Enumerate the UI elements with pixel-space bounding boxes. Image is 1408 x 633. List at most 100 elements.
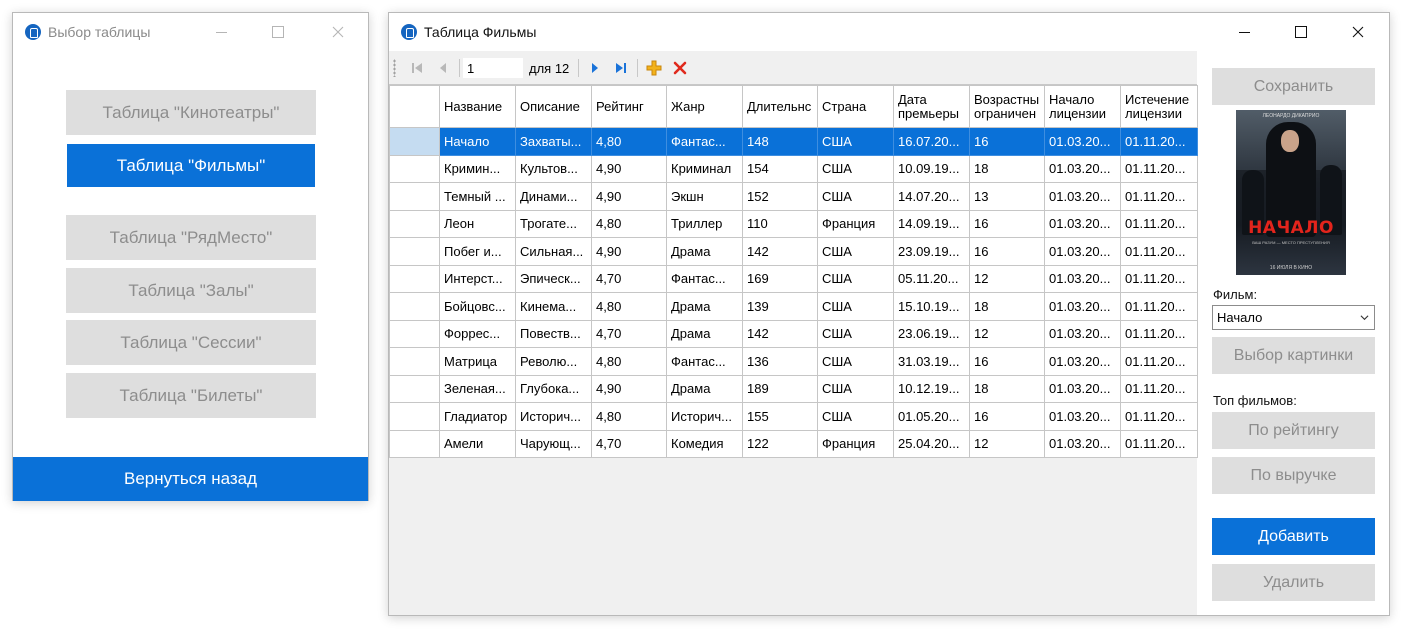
column-header[interactable]: Возрастны ограничен bbox=[969, 85, 1045, 128]
table-cell[interactable]: Историч... bbox=[666, 402, 743, 431]
table-cell[interactable]: 01.03.20... bbox=[1044, 182, 1121, 211]
table-cell[interactable]: Чарующ... bbox=[515, 429, 592, 458]
table-row[interactable]: Матрица Револю... 4,80 Фантас... 136 США 31.03… bbox=[389, 347, 1198, 376]
table-cell[interactable]: 15.10.19... bbox=[893, 292, 970, 321]
table-row[interactable]: Интерст... Эпическ... 4,70 Фантас... 169 США 0… bbox=[389, 264, 1198, 293]
maximize-icon[interactable] bbox=[255, 13, 301, 51]
table-cell[interactable]: 13 bbox=[969, 182, 1045, 211]
table-cell[interactable]: 01.03.20... bbox=[1044, 264, 1121, 293]
table-cell[interactable]: 01.11.20... bbox=[1120, 374, 1198, 403]
table-cell[interactable]: Франция bbox=[817, 429, 894, 458]
table-row[interactable]: Форрес... Повеств... 4,70 Драма 142 США 23.06.… bbox=[389, 319, 1198, 348]
row-header[interactable] bbox=[389, 429, 440, 458]
row-header[interactable] bbox=[389, 154, 440, 183]
table-cell[interactable]: 148 bbox=[742, 127, 818, 156]
table-row[interactable]: Кримин... Культов... 4,90 Криминал 154 США 10.… bbox=[389, 154, 1198, 183]
table-cell[interactable]: 01.11.20... bbox=[1120, 402, 1198, 431]
table-cell[interactable]: Зеленая... bbox=[439, 374, 516, 403]
table-cell[interactable]: США bbox=[817, 402, 894, 431]
row-header[interactable] bbox=[389, 347, 440, 376]
row-header[interactable] bbox=[389, 292, 440, 321]
table-cell[interactable]: 01.11.20... bbox=[1120, 347, 1198, 376]
add-button[interactable]: Добавить bbox=[1212, 518, 1375, 555]
table-cell[interactable]: 01.03.20... bbox=[1044, 347, 1121, 376]
column-header[interactable]: Описание bbox=[515, 85, 592, 128]
back-button[interactable]: Вернуться назад bbox=[13, 457, 368, 501]
table-cell[interactable]: Драма bbox=[666, 374, 743, 403]
table-row[interactable]: Леон Трогате... 4,80 Триллер 110 Франция 14.09… bbox=[389, 209, 1198, 238]
table-cell[interactable]: США bbox=[817, 154, 894, 183]
table-cell[interactable]: 4,70 bbox=[591, 429, 667, 458]
table-row[interactable]: Побег и... Сильная... 4,90 Драма 142 США 23.09… bbox=[389, 237, 1198, 266]
table-cell[interactable]: 4,80 bbox=[591, 292, 667, 321]
table-cell[interactable]: Револю... bbox=[515, 347, 592, 376]
films-table-button[interactable]: Таблица "Фильмы" bbox=[67, 144, 315, 187]
top-by-revenue-button[interactable]: По выручке bbox=[1212, 457, 1375, 494]
table-cell[interactable]: 4,80 bbox=[591, 209, 667, 238]
position-input[interactable] bbox=[463, 58, 523, 78]
rowseat-table-button[interactable]: Таблица "РядМесто" bbox=[66, 215, 316, 260]
row-header[interactable] bbox=[389, 127, 440, 156]
row-header[interactable] bbox=[389, 209, 440, 238]
table-cell[interactable]: США bbox=[817, 319, 894, 348]
table-cell[interactable]: 01.11.20... bbox=[1120, 429, 1198, 458]
table-cell[interactable]: 16 bbox=[969, 127, 1045, 156]
top-by-rating-button[interactable]: По рейтингу bbox=[1212, 412, 1375, 449]
table-cell[interactable]: 4,80 bbox=[591, 402, 667, 431]
table-cell[interactable]: Триллер bbox=[666, 209, 743, 238]
table-cell[interactable]: США bbox=[817, 237, 894, 266]
table-cell[interactable]: 05.11.20... bbox=[893, 264, 970, 293]
table-row[interactable]: Амели Чарующ... 4,70 Комедия 122 Франция 25.04… bbox=[389, 429, 1198, 458]
table-cell[interactable]: Фантас... bbox=[666, 264, 743, 293]
table-cell[interactable]: 23.09.19... bbox=[893, 237, 970, 266]
save-button[interactable]: Сохранить bbox=[1212, 68, 1375, 105]
table-cell[interactable]: 4,90 bbox=[591, 237, 667, 266]
table-cell[interactable]: 01.11.20... bbox=[1120, 237, 1198, 266]
table-cell[interactable]: 01.03.20... bbox=[1044, 237, 1121, 266]
table-cell[interactable]: Комедия bbox=[666, 429, 743, 458]
table-cell[interactable]: 25.04.20... bbox=[893, 429, 970, 458]
table-cell[interactable]: 18 bbox=[969, 374, 1045, 403]
table-cell[interactable]: 01.11.20... bbox=[1120, 292, 1198, 321]
films-data-grid[interactable]: Название Описание Рейтинг Жанр Длительнс Стра… bbox=[389, 84, 1198, 458]
table-cell[interactable]: 01.03.20... bbox=[1044, 429, 1121, 458]
table-cell[interactable]: Драма bbox=[666, 237, 743, 266]
maximize-icon[interactable] bbox=[1278, 13, 1324, 51]
table-cell[interactable]: Амели bbox=[439, 429, 516, 458]
table-cell[interactable]: Трогате... bbox=[515, 209, 592, 238]
column-header[interactable]: Рейтинг bbox=[591, 85, 667, 128]
table-cell[interactable]: 4,90 bbox=[591, 374, 667, 403]
table-cell[interactable]: США bbox=[817, 127, 894, 156]
table-cell[interactable]: 10.12.19... bbox=[893, 374, 970, 403]
table-cell[interactable]: США bbox=[817, 347, 894, 376]
column-header[interactable]: Название bbox=[439, 85, 516, 128]
table-cell[interactable]: 189 bbox=[742, 374, 818, 403]
table-cell[interactable]: 01.11.20... bbox=[1120, 209, 1198, 238]
table-cell[interactable]: 14.09.19... bbox=[893, 209, 970, 238]
table-cell[interactable]: Форрес... bbox=[439, 319, 516, 348]
add-new-icon[interactable] bbox=[643, 57, 665, 79]
table-cell[interactable]: Драма bbox=[666, 292, 743, 321]
halls-table-button[interactable]: Таблица "Залы" bbox=[66, 268, 316, 313]
table-cell[interactable]: 110 bbox=[742, 209, 818, 238]
table-cell[interactable]: 01.11.20... bbox=[1120, 154, 1198, 183]
row-header[interactable] bbox=[389, 374, 440, 403]
table-cell[interactable]: Фантас... bbox=[666, 347, 743, 376]
table-cell[interactable]: Темный ... bbox=[439, 182, 516, 211]
table-cell[interactable]: Побег и... bbox=[439, 237, 516, 266]
film-select[interactable]: Начало bbox=[1212, 305, 1375, 330]
table-cell[interactable]: 01.03.20... bbox=[1044, 292, 1121, 321]
table-cell[interactable]: Франция bbox=[817, 209, 894, 238]
row-header[interactable] bbox=[389, 402, 440, 431]
table-cell[interactable]: 12 bbox=[969, 264, 1045, 293]
table-cell[interactable]: Эпическ... bbox=[515, 264, 592, 293]
choose-picture-button[interactable]: Выбор картинки bbox=[1212, 337, 1375, 374]
table-cell[interactable]: Начало bbox=[439, 127, 516, 156]
table-cell[interactable]: США bbox=[817, 264, 894, 293]
table-cell[interactable]: Драма bbox=[666, 319, 743, 348]
tickets-table-button[interactable]: Таблица "Билеты" bbox=[66, 373, 316, 418]
table-cell[interactable]: США bbox=[817, 374, 894, 403]
table-cell[interactable]: 01.03.20... bbox=[1044, 127, 1121, 156]
table-cell[interactable]: 01.11.20... bbox=[1120, 264, 1198, 293]
table-cell[interactable]: 14.07.20... bbox=[893, 182, 970, 211]
